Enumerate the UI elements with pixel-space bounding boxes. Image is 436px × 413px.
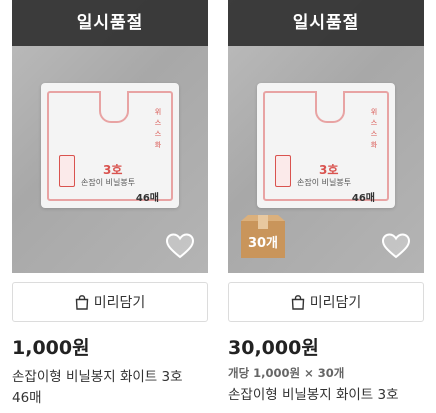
heart-icon[interactable]: [166, 233, 194, 259]
bag-size-label: 3호: [103, 163, 123, 177]
product-price: 1,000원: [12, 337, 90, 359]
bag-size-label: 3호: [319, 163, 339, 177]
unit-price: 개당 1,000원 × 30개: [228, 366, 345, 380]
product-bag-image: 위 스 스 화 3호 손잡이 비닐봉투 46매: [41, 83, 179, 208]
bag-count-label: 46매: [351, 193, 375, 204]
product-image[interactable]: 위 스 스 화 3호 손잡이 비닐봉투 46매 일시품절: [12, 0, 208, 273]
add-to-cart-label: 미리담기: [93, 295, 146, 311]
bag-count-label: 46매: [135, 193, 159, 204]
bag-name-label: 손잡이 비닐봉투: [81, 178, 136, 187]
soldout-banner: 일시품절: [12, 0, 208, 46]
product-card[interactable]: 위 스 스 화 3호 손잡이 비닐봉투 46매 일시품절 미리담기 1,000원…: [12, 0, 208, 409]
product-name[interactable]: 손잡이형 비닐봉지 화이트 3호 46매: [12, 367, 208, 409]
product-image[interactable]: 위 스 스 화 3호 손잡이 비닐봉투 46매 일시품절 30개: [228, 0, 424, 273]
product-card[interactable]: 위 스 스 화 3호 손잡이 비닐봉투 46매 일시품절 30개 미리담기 30…: [228, 0, 424, 406]
product-price: 30,000원: [228, 337, 319, 359]
quantity-badge-label: 30개: [247, 236, 279, 251]
bag-side-text: 위 스 스 화: [370, 108, 378, 149]
product-bag-image: 위 스 스 화 3호 손잡이 비닐봉투 46매: [257, 83, 395, 208]
shopping-bag-icon: [75, 294, 88, 310]
bag-side-text: 위 스 스 화: [154, 108, 162, 149]
box-quantity-badge: 30개: [240, 215, 286, 259]
shopping-bag-icon: [291, 294, 304, 310]
soldout-banner: 일시품절: [228, 0, 424, 46]
add-to-cart-button[interactable]: 미리담기: [12, 282, 208, 322]
heart-icon[interactable]: [382, 233, 410, 259]
add-to-cart-label: 미리담기: [309, 295, 362, 311]
add-to-cart-button[interactable]: 미리담기: [228, 282, 424, 322]
bag-name-label: 손잡이 비닐봉투: [297, 178, 352, 187]
product-name[interactable]: 손잡이형 비닐봉지 화이트 3호: [228, 385, 424, 406]
